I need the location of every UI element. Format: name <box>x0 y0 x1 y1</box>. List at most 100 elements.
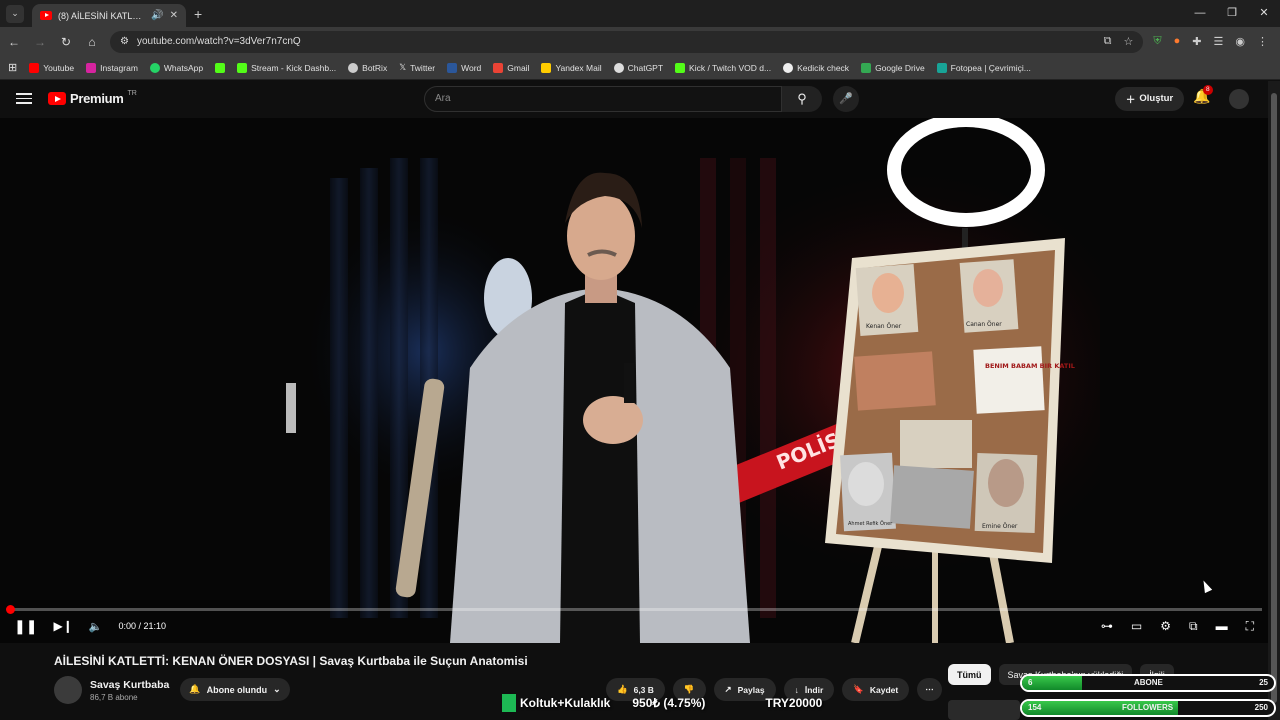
next-icon[interactable]: ▶❙ <box>53 619 72 633</box>
logo-text: Premium <box>70 91 124 106</box>
menu-icon[interactable] <box>16 93 32 104</box>
volume-icon[interactable]: 🔈 <box>89 620 103 633</box>
bookmark-star-icon[interactable]: ☆ <box>1124 35 1134 48</box>
bookmark-whatsapp[interactable]: WhatsApp <box>149 62 203 73</box>
bookmark-chatgpt[interactable]: ChatGPT <box>613 62 663 73</box>
chrome-menu-icon[interactable]: ⋮ <box>1257 35 1268 48</box>
profile-icon[interactable]: ◉ <box>1235 35 1245 48</box>
word-icon <box>447 62 458 73</box>
bookmarks-bar: ⊞ Youtube Instagram WhatsApp Stream - Ki… <box>0 56 1280 80</box>
bookmark-youtube[interactable]: Youtube <box>29 62 74 73</box>
board-label-3: Ahmet Refik Öner <box>848 520 893 527</box>
tab-search-icon[interactable]: ⌄ <box>6 4 24 23</box>
download-label: İndir <box>804 684 824 695</box>
back-icon[interactable]: ← <box>6 35 22 49</box>
globe-icon <box>783 62 794 73</box>
bookmark-fotopea[interactable]: Fotopea | Çevrimiçi... <box>936 62 1031 73</box>
apps-grid-icon[interactable]: ⊞ <box>8 61 17 74</box>
window-controls: — ❐ ✕ <box>1184 0 1280 27</box>
tab-title: (8) AİLESİNİ KATLETTİ: KENAN ÖNER DOSYAS… <box>58 10 145 21</box>
browser-tab[interactable]: (8) AİLESİNİ KATLETTİ: KENAN ÖNER DOSYAS… <box>32 4 186 27</box>
video-player[interactable]: POLİS: GİRİŞ BENIM BABAM BIR KATIL Kenan… <box>0 118 1268 643</box>
chip-all[interactable]: Tümü <box>948 664 991 685</box>
theater-mode-icon[interactable]: ▬ <box>1216 619 1228 633</box>
search-input[interactable]: Ara <box>424 85 782 112</box>
board-label-4: Emine Öner <box>982 523 1018 530</box>
kick-green-icon <box>502 694 516 712</box>
goal-label: ABONE <box>1134 678 1163 687</box>
media-control-icon[interactable]: ☰ <box>1214 35 1224 48</box>
x-icon: 𝕏 <box>399 62 407 72</box>
donation-goal: TRY20000 <box>765 696 823 710</box>
autoplay-toggle[interactable]: ⊶ <box>1101 619 1113 633</box>
bookmark-twitter[interactable]: 𝕏 Twitter <box>399 62 435 73</box>
reload-icon[interactable]: ↻ <box>58 35 74 49</box>
search-icon: ⚲ <box>797 90 807 106</box>
goal-target: 250 <box>1254 703 1268 712</box>
miniplayer-icon[interactable]: ⧉ <box>1189 619 1198 634</box>
bookmark-kick[interactable] <box>215 62 226 73</box>
extensions-puzzle-icon[interactable]: ✚ <box>1192 35 1201 48</box>
subscriber-goal-bar: 6 ABONE 25 <box>1020 674 1276 692</box>
youtube-premium-logo[interactable]: Premium TR <box>48 90 137 106</box>
bookmark-kedicik[interactable]: Kedicik check <box>783 62 849 73</box>
whatsapp-icon <box>149 62 160 73</box>
chevron-down-icon: ⌄ <box>273 684 281 694</box>
search-button[interactable]: ⚲ <box>782 85 822 112</box>
account-avatar[interactable] <box>1229 89 1249 109</box>
board-label-1: Kenan Öner <box>866 323 902 330</box>
settings-gear-icon[interactable]: ⚙ <box>1160 619 1171 633</box>
create-label: Oluştur <box>1139 93 1174 104</box>
goal-label: FOLLOWERS <box>1122 703 1174 712</box>
bookmark-gmail[interactable]: Gmail <box>493 62 529 73</box>
more-actions-button[interactable]: ⋯ <box>917 678 942 701</box>
bookmark-instagram[interactable]: Instagram <box>86 62 138 73</box>
pause-icon[interactable]: ❚❚ <box>14 618 37 635</box>
fullscreen-icon[interactable]: ⛶ <box>1246 619 1254 634</box>
bookmark-botrix[interactable]: BotRix <box>348 62 387 73</box>
subtitles-icon[interactable]: ▭ <box>1131 619 1142 633</box>
donation-product: Koltuk+Kulaklık <box>520 696 611 710</box>
youtube-header: Premium TR Ara ⚲ 🎤 ＋ Oluştur 🔔 8 <box>0 80 1280 117</box>
bookmark-kick-dashboard[interactable]: Stream - Kick Dashb... <box>237 62 336 73</box>
close-tab-icon[interactable]: ✕ <box>170 10 178 21</box>
download-icon: ↓ <box>794 684 799 695</box>
site-info-icon[interactable]: ⚙ <box>120 36 129 47</box>
bookmark-kick-twitch-vod[interactable]: Kick / Twitch VOD d... <box>675 62 771 73</box>
subscribed-button[interactable]: 🔔 Abone olundu ⌄ <box>180 678 290 701</box>
forward-icon[interactable]: → <box>32 35 48 49</box>
like-count: 6,3 B <box>633 684 654 695</box>
share-label: Paylaş <box>737 684 765 695</box>
channel-avatar[interactable] <box>54 676 82 704</box>
extension-shield-icon[interactable]: ⛨ <box>1153 35 1161 48</box>
scrollbar-thumb[interactable] <box>1271 93 1277 703</box>
address-bar[interactable]: ⚙ youtube.com/watch?v=3dVer7n7cnQ ⧉ ☆ <box>110 30 1144 53</box>
drive-icon <box>861 62 872 73</box>
save-label: Kaydet <box>869 684 899 695</box>
new-tab-icon[interactable]: + <box>194 6 202 22</box>
create-button[interactable]: ＋ Oluştur <box>1115 86 1184 111</box>
minimize-icon[interactable]: — <box>1184 0 1216 27</box>
page-scrollbar[interactable] <box>1268 81 1280 720</box>
voice-search-button[interactable]: 🎤 <box>833 85 859 112</box>
notification-badge: 8 <box>1203 85 1213 95</box>
save-button[interactable]: 🔖 Kaydet <box>842 678 910 701</box>
yandex-mail-icon <box>541 62 552 73</box>
home-icon[interactable]: ⌂ <box>84 35 100 49</box>
donation-overlay: Koltuk+Kulaklık 950₺ (4.75%) TRY20000 <box>502 694 822 712</box>
extension-orange-icon[interactable]: ● <box>1174 35 1181 48</box>
bookmark-yandex-mail[interactable]: Yandex Mail <box>541 62 602 73</box>
video-title: AİLESİNİ KATLETTİ: KENAN ÖNER DOSYASI | … <box>54 654 528 668</box>
close-window-icon[interactable]: ✕ <box>1248 0 1280 27</box>
restore-icon[interactable]: ❐ <box>1216 0 1248 27</box>
recommended-thumbnail[interactable] <box>948 700 1020 720</box>
extensions-area: ⛨ ● ✚ ☰ ◉ ⋮ <box>1153 35 1274 48</box>
url-text: youtube.com/watch?v=3dVer7n7cnQ <box>136 36 301 47</box>
instagram-icon <box>86 62 97 73</box>
kick-icon <box>237 62 248 73</box>
cast-icon[interactable]: ⧉ <box>1104 35 1112 48</box>
bookmark-word[interactable]: Word <box>447 62 481 73</box>
bookmark-google-drive[interactable]: Google Drive <box>861 62 925 73</box>
channel-name[interactable]: Savaş Kurtbaba <box>90 679 169 691</box>
speaker-icon[interactable]: 🔊 <box>151 10 163 21</box>
